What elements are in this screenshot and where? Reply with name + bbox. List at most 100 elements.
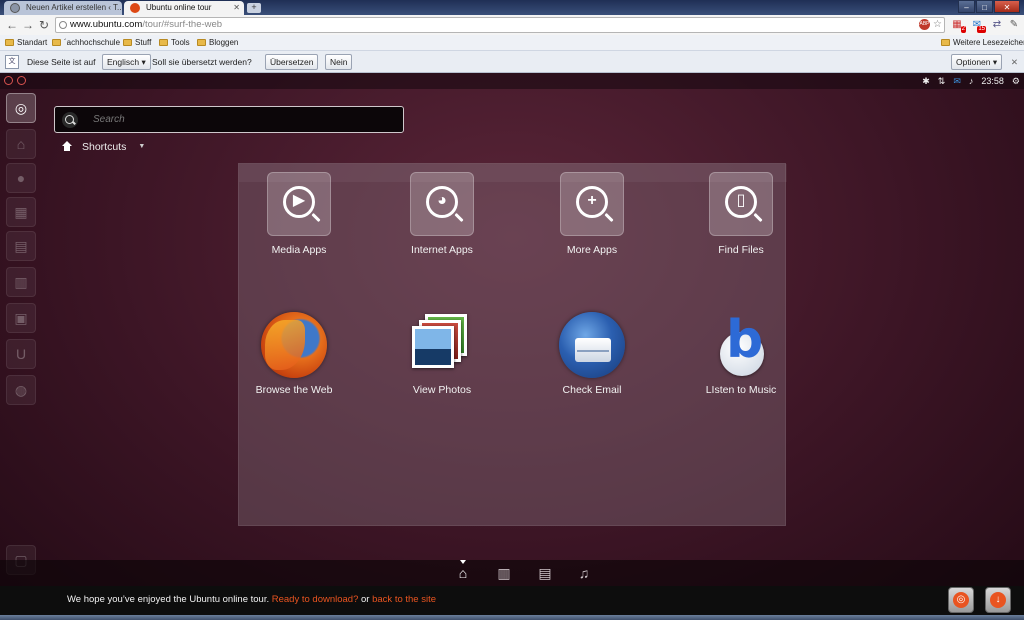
- banshee-icon: b: [708, 312, 774, 378]
- view-photos-tile[interactable]: View Photos: [382, 312, 502, 396]
- internet-apps-icon: ◕: [410, 172, 474, 236]
- tile-label: More Apps: [566, 244, 618, 256]
- window-buttons: [4, 76, 26, 85]
- launcher-ubuntu-one-icon[interactable]: U: [6, 339, 36, 369]
- tile-label: Check Email: [562, 384, 622, 396]
- launcher-presentation-icon[interactable]: ▣: [6, 303, 36, 333]
- other-bookmarks[interactable]: Weitere Lesezeichen: [941, 35, 1024, 51]
- dash-overlay: ▶ Media Apps ◕ Internet Apps + More Apps…: [238, 163, 787, 526]
- tile-label: Find Files: [718, 244, 764, 256]
- maximize-button[interactable]: □: [976, 0, 993, 13]
- new-tab-button[interactable]: +: [247, 3, 261, 13]
- folder-icon: [52, 39, 61, 46]
- lens-bar: ⌂ ▥ ▤ ♫: [0, 560, 1024, 586]
- firefox-icon: [261, 312, 327, 378]
- close-dot-icon[interactable]: [4, 76, 13, 85]
- photos-icon: [409, 312, 475, 378]
- translate-infobar: 文 Diese Seite ist auf Englisch ▾ Soll si…: [0, 51, 1024, 73]
- no-translate-button[interactable]: Nein: [325, 54, 353, 70]
- bookmark-folder-tools[interactable]: Tools: [159, 35, 190, 51]
- footer-message: We hope you’ve enjoyed the Ubuntu online…: [67, 594, 437, 605]
- find-files-icon: ▯: [709, 172, 773, 236]
- ubuntu-logo-icon[interactable]: ◎: [6, 93, 36, 123]
- launcher-document-icon[interactable]: ▤: [6, 231, 36, 261]
- ubuntu-home-button[interactable]: ◎: [948, 587, 974, 613]
- ubuntu-favicon-icon: [130, 3, 140, 13]
- address-path: /tour/#surf-the-web: [142, 19, 223, 30]
- back-to-site-link[interactable]: back to the site: [372, 594, 436, 605]
- check-email-tile[interactable]: Check Email: [532, 312, 652, 396]
- translate-infobar-icon: 文: [5, 55, 19, 69]
- tab-neuen-artikel[interactable]: Neuen Artikel erstellen ‹ T...: [4, 1, 122, 15]
- search-icon: [62, 112, 78, 128]
- bookmark-folder-stuff[interactable]: Stuff: [123, 35, 151, 51]
- translate-button[interactable]: Übersetzen: [265, 54, 319, 70]
- options-button[interactable]: Optionen ▾: [951, 54, 1003, 70]
- translate-question: Soll sie übersetzt werden?: [152, 57, 252, 67]
- launcher-photos-icon[interactable]: ▦: [6, 197, 36, 227]
- files-lens-icon[interactable]: ▤: [536, 564, 554, 582]
- shortcuts-dropdown[interactable]: Shortcuts ▼: [62, 140, 145, 154]
- more-apps-tile[interactable]: + More Apps: [532, 172, 652, 256]
- reload-icon[interactable]: ↻: [37, 18, 51, 32]
- folder-icon: [5, 39, 14, 46]
- windows-taskbar-edge: [0, 615, 1024, 620]
- language-select[interactable]: Englisch ▾: [102, 54, 151, 70]
- close-infobar-icon[interactable]: ✕: [1011, 51, 1018, 73]
- extension-calendar-icon[interactable]: ▦ 2: [950, 18, 966, 33]
- ubuntu-desktop: ✱ ⇅ ✉ ♪ 23:58 ⚙ ◎ ⌂ ● ▦ ▤ ▥ ▣ U ◍ ▢ Sear…: [0, 73, 1024, 620]
- applications-lens-icon[interactable]: ▥: [495, 564, 513, 582]
- download-button[interactable]: ↓: [985, 587, 1011, 613]
- bluetooth-icon[interactable]: ✱: [922, 73, 930, 89]
- find-files-tile[interactable]: ▯ Find Files: [681, 172, 801, 256]
- music-lens-icon[interactable]: ♫: [575, 564, 593, 582]
- tile-label: Media Apps: [271, 244, 327, 256]
- address-bar[interactable]: www.ubuntu.com/tour/#surf-the-web ABP ☆: [55, 17, 945, 33]
- wrench-icon[interactable]: ✎: [1007, 18, 1021, 32]
- browser-toolbar: ← → ↻ www.ubuntu.com/tour/#surf-the-web …: [0, 15, 1024, 35]
- media-apps-tile[interactable]: ▶ Media Apps: [239, 172, 359, 256]
- listen-to-music-tile[interactable]: b LIsten to Music: [681, 312, 801, 396]
- folder-icon: [941, 39, 950, 46]
- tab-ubuntu-tour[interactable]: Ubuntu online tour ✕: [124, 1, 244, 15]
- bookmark-folder-fachhochschule[interactable]: ´achhochschule: [52, 35, 120, 51]
- minimize-button[interactable]: –: [958, 0, 975, 13]
- home-lens-icon[interactable]: ⌂: [454, 564, 472, 582]
- tile-label: Browse the Web: [255, 384, 333, 396]
- ubuntu-logo-icon: ◎: [953, 592, 969, 608]
- top-panel: ✱ ⇅ ✉ ♪ 23:58 ⚙: [0, 73, 1024, 89]
- close-window-button[interactable]: ✕: [994, 0, 1020, 13]
- session-gear-icon[interactable]: ⚙: [1012, 73, 1020, 89]
- thunderbird-icon: [559, 312, 625, 378]
- translate-icon[interactable]: ⇄: [990, 18, 1004, 32]
- launcher-home-icon[interactable]: ⌂: [6, 129, 36, 159]
- launcher-software-center-icon[interactable]: ◍: [6, 375, 36, 405]
- download-link[interactable]: Ready to download?: [272, 594, 359, 605]
- minimize-dot-icon[interactable]: [17, 76, 26, 85]
- media-apps-icon: ▶: [267, 172, 331, 236]
- clock[interactable]: 23:58: [981, 73, 1004, 89]
- folder-icon: [197, 39, 206, 46]
- launcher-spreadsheet-icon[interactable]: ▥: [6, 267, 36, 297]
- forward-icon[interactable]: →: [21, 18, 35, 32]
- page-info-icon: [59, 21, 67, 29]
- volume-icon[interactable]: ♪: [969, 73, 974, 89]
- extension-feed-icon[interactable]: ✉ 15: [970, 18, 986, 33]
- internet-apps-tile[interactable]: ◕ Internet Apps: [382, 172, 502, 256]
- dash-search-field[interactable]: Search: [54, 106, 404, 133]
- bookmarks-bar: Standart ´achhochschule Stuff Tools Blog…: [0, 35, 1024, 51]
- search-placeholder: Search: [93, 114, 125, 125]
- browse-the-web-tile[interactable]: Browse the Web: [234, 312, 354, 396]
- network-icon[interactable]: ⇅: [938, 73, 946, 89]
- more-apps-icon: +: [560, 172, 624, 236]
- wordpress-icon: [10, 3, 20, 13]
- bookmark-star-icon[interactable]: ☆: [933, 19, 942, 31]
- bookmark-folder-standart[interactable]: Standart: [5, 35, 47, 51]
- chevron-down-icon: ▼: [138, 143, 146, 150]
- abp-icon[interactable]: ABP: [919, 19, 930, 30]
- bookmark-folder-bloggen[interactable]: Bloggen: [197, 35, 238, 51]
- close-tab-icon[interactable]: ✕: [233, 1, 240, 15]
- mail-icon[interactable]: ✉: [953, 73, 961, 89]
- launcher-firefox-icon[interactable]: ●: [6, 163, 36, 193]
- back-icon[interactable]: ←: [5, 18, 19, 32]
